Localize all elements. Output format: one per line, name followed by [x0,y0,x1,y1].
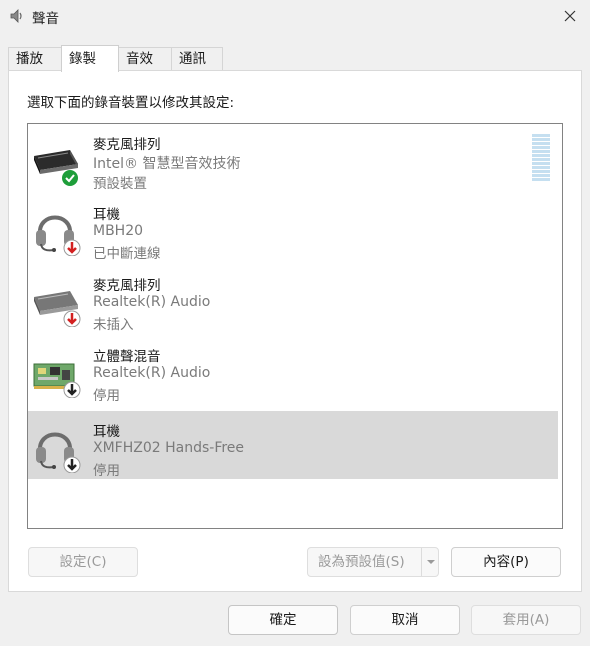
headset-icon [36,432,81,473]
cancel-button[interactable]: 取消 [350,605,460,635]
device-detail: Intel® 智慧型音效技術 [93,156,241,172]
tab-communications[interactable]: 通訊 [171,47,223,70]
chevron-down-icon [427,560,435,564]
apply-button[interactable]: 套用(A) [471,605,581,635]
tab-recording[interactable]: 錄製 [61,45,119,72]
device-status: 停用 [93,463,120,479]
sound-card-icon [33,363,81,398]
mic-array-icon [34,150,78,186]
configure-button[interactable]: 設定(C) [28,547,138,577]
mic-array-icon [34,291,81,327]
set-default-label: 設為預設值(S) [318,554,405,570]
headset-icon [36,215,81,256]
instruction-text: 選取下面的錄音裝置以修改其設定: [27,95,235,111]
device-status: 已中斷連線 [93,246,161,262]
set-default-dropdown[interactable] [421,548,440,576]
device-item-mic-array-realtek[interactable]: 麥克風排列 Realtek(R) Audio 未插入 [28,265,558,333]
device-detail: MBH20 [93,223,144,239]
device-detail: Realtek(R) Audio [93,365,211,381]
window-title: 聲音 [32,11,59,27]
device-status: 停用 [93,388,120,404]
device-name: 麥克風排列 [93,278,161,294]
set-default-split-button[interactable]: 設為預設值(S) [307,547,439,577]
device-item-headset-mbh20[interactable]: 耳機 MBH20 已中斷連線 [28,194,558,262]
default-check-badge [62,170,78,186]
tab-playback[interactable]: 播放 [8,47,62,70]
device-name: 耳機 [93,424,120,440]
speaker-app-icon [10,9,22,23]
tab-sounds[interactable]: 音效 [118,47,172,70]
tab-strip: 播放 錄製 音效 通訊 [8,45,568,72]
device-item-headset-xmfhz02[interactable]: 耳機 XMFHZ02 Hands-Free 停用 [28,411,558,479]
device-status: 未插入 [93,317,134,333]
device-detail: Realtek(R) Audio [93,294,211,310]
title-bar: 聲音 [0,0,590,32]
device-name: 立體聲混音 [93,349,161,365]
ok-button[interactable]: 確定 [228,605,338,635]
device-name: 麥克風排列 [93,137,161,153]
close-icon[interactable] [556,4,584,28]
level-meter [532,134,550,181]
device-detail: XMFHZ02 Hands-Free [93,440,245,456]
device-name: 耳機 [93,207,120,223]
properties-button[interactable]: 內容(P) [451,547,561,577]
device-status: 預設裝置 [93,176,147,192]
recording-device-list[interactable]: 麥克風排列 Intel® 智慧型音效技術 預設裝置 耳機 MBH20 已中斷連線… [27,123,563,529]
device-item-stereo-mix[interactable]: 立體聲混音 Realtek(R) Audio 停用 [28,336,558,404]
device-item-mic-array-intel[interactable]: 麥克風排列 Intel® 智慧型音效技術 預設裝置 [28,124,558,192]
